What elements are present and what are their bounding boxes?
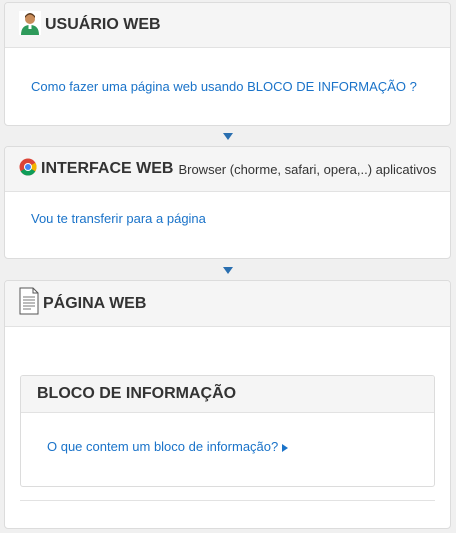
- panel-subtitle: Browser (chorme, safari, opera,..) aplic…: [178, 161, 437, 177]
- panel-header: PÁGINA WEB: [5, 281, 450, 327]
- interface-web-panel: INTERFACE WEB Browser (chorme, safari, o…: [4, 146, 451, 259]
- how-to-make-page-link[interactable]: Como fazer uma página web usando BLOCO D…: [31, 79, 417, 94]
- play-arrow-icon: [282, 443, 289, 452]
- info-block-title: BLOCO DE INFORMAÇÃO: [37, 385, 237, 402]
- flow-arrow-down-icon: [223, 133, 233, 140]
- panel-title: USUÁRIO WEB: [45, 16, 161, 33]
- panel-header: USUÁRIO WEB: [5, 3, 450, 48]
- user-avatar-icon: [19, 10, 41, 40]
- panel-title: PÁGINA WEB: [43, 294, 147, 312]
- document-icon: [19, 287, 39, 320]
- chrome-browser-icon: [19, 158, 37, 181]
- info-block-contents-link-text[interactable]: O que contem um bloco de informação?: [47, 439, 278, 454]
- flow-arrow-down-icon: [223, 267, 233, 274]
- transfer-to-page-link[interactable]: Vou te transferir para a página: [31, 211, 206, 226]
- divider: [20, 500, 435, 501]
- pagina-web-panel: PÁGINA WEB BLOCO DE INFORMAÇÃO O que con…: [4, 280, 451, 529]
- info-block-header: BLOCO DE INFORMAÇÃO: [21, 376, 434, 413]
- info-block-contents-link[interactable]: O que contem um bloco de informação?: [47, 439, 289, 454]
- info-block-box: BLOCO DE INFORMAÇÃO O que contem um bloc…: [20, 375, 435, 487]
- usuario-web-panel: USUÁRIO WEB Como fazer uma página web us…: [4, 2, 451, 126]
- panel-title: INTERFACE WEB: [41, 160, 174, 177]
- panel-header: INTERFACE WEB Browser (chorme, safari, o…: [5, 147, 450, 192]
